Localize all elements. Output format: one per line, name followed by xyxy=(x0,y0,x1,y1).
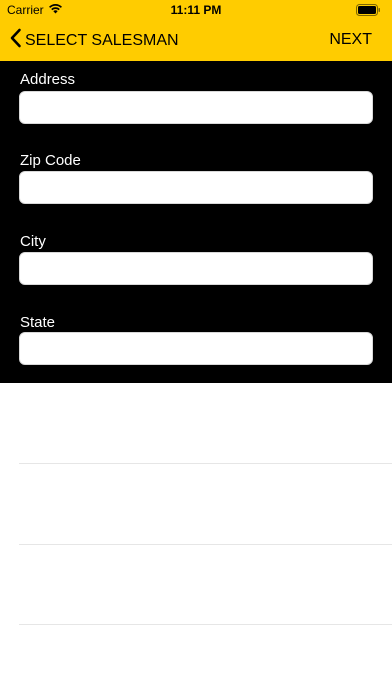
nav-bar: SELECT SALESMAN NEXT xyxy=(0,24,392,58)
battery-icon xyxy=(356,4,380,16)
header: Carrier 11:11 PM SELECT SALESMAN NEXT xyxy=(0,0,392,61)
chevron-left-icon xyxy=(9,28,22,53)
zip-code-input[interactable] xyxy=(19,171,373,204)
back-label: SELECT SALESMAN xyxy=(25,31,179,49)
next-button[interactable]: NEXT xyxy=(329,31,372,49)
list-divider xyxy=(19,624,392,625)
list-divider xyxy=(19,463,392,464)
list-divider xyxy=(19,544,392,545)
state-label: State xyxy=(20,314,56,331)
address-input[interactable] xyxy=(19,91,373,124)
back-button[interactable]: SELECT SALESMAN xyxy=(9,28,179,53)
address-label: Address xyxy=(20,71,76,88)
address-form: Address Zip Code City State xyxy=(0,61,392,383)
status-bar: Carrier 11:11 PM xyxy=(0,0,392,20)
zip-code-label: Zip Code xyxy=(20,152,81,169)
state-input[interactable] xyxy=(19,332,373,365)
city-label: City xyxy=(20,233,46,250)
status-time: 11:11 PM xyxy=(170,3,222,17)
city-input[interactable] xyxy=(19,252,373,285)
